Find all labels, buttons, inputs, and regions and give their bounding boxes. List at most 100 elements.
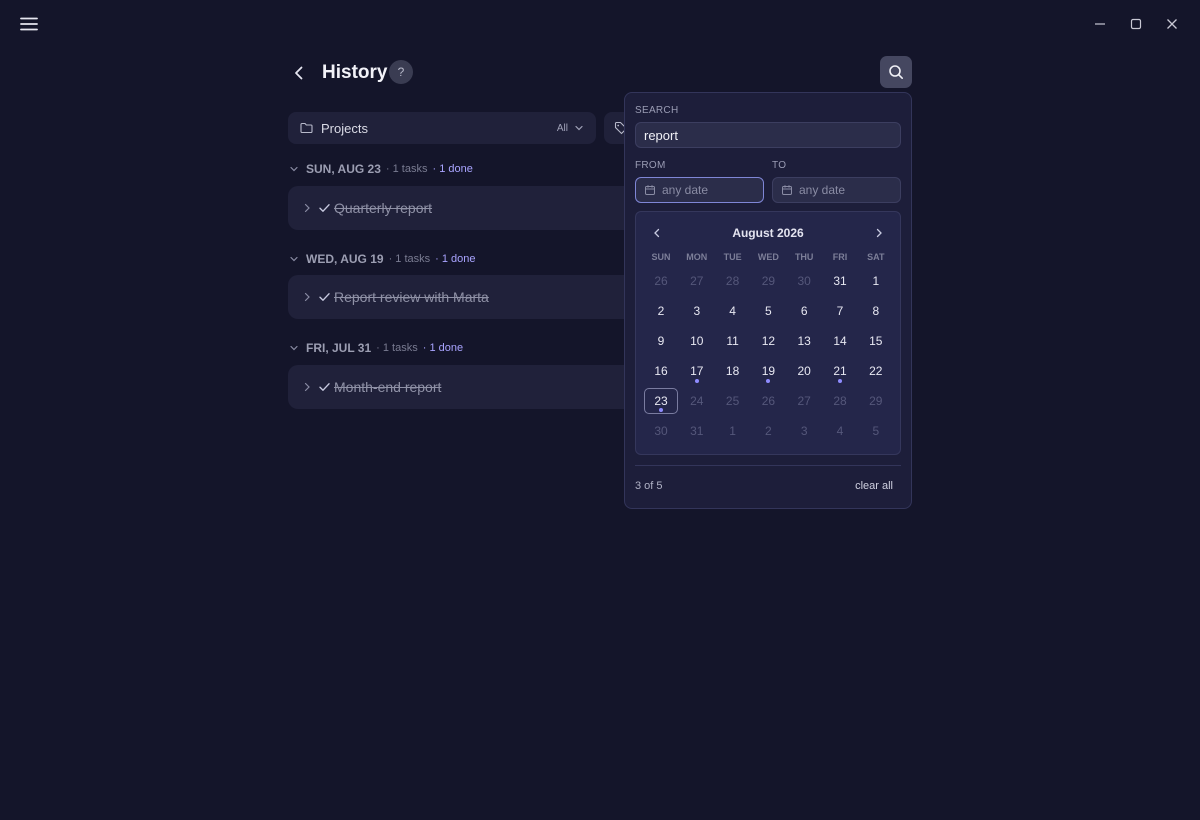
check-icon	[318, 293, 330, 301]
calendar-day-number: 14	[833, 334, 847, 348]
calendar-day[interactable]: 7	[823, 298, 857, 324]
calendar-day[interactable]: 31	[823, 268, 857, 294]
weekday-label: TUE	[723, 252, 742, 262]
next-month-button[interactable]	[870, 224, 888, 242]
calendar-day-number: 22	[869, 364, 883, 378]
calendar-day[interactable]: 21	[823, 358, 857, 384]
calendar-day[interactable]: 9	[644, 328, 678, 354]
calendar-day[interactable]: 2	[644, 298, 678, 324]
chevron-right-icon	[876, 228, 882, 238]
search-icon	[889, 65, 903, 79]
from-label: FROM	[635, 160, 666, 171]
calendar-day[interactable]: 29	[751, 268, 785, 294]
clear-all-button[interactable]: clear all	[855, 480, 893, 492]
calendar-day[interactable]: 12	[751, 328, 785, 354]
to-date-field[interactable]: any date	[772, 177, 901, 203]
calendar-day-number: 31	[833, 274, 847, 288]
calendar-day-number: 2	[765, 424, 772, 438]
calendar-day[interactable]: 26	[644, 268, 678, 294]
calendar-day[interactable]: 17	[680, 358, 714, 384]
calendar-day-number: 28	[833, 394, 847, 408]
calendar-day-number: 9	[657, 334, 665, 348]
chevron-down-icon	[290, 256, 298, 262]
calendar-day-number: 7	[836, 304, 844, 318]
chevron-right-icon	[304, 203, 310, 213]
calendar-day[interactable]: 29	[859, 388, 893, 414]
calendar-day[interactable]: 5	[859, 418, 893, 444]
close-window-button[interactable]	[1156, 12, 1188, 36]
calendar-day[interactable]: 30	[644, 418, 678, 444]
chevron-left-icon	[295, 66, 303, 80]
calendar-month-label: August 2026	[732, 226, 804, 240]
calendar-day[interactable]: 25	[716, 388, 750, 414]
calendar-day-number: 29	[761, 274, 776, 288]
calendar-day[interactable]: 5	[751, 298, 785, 324]
folder-icon	[300, 122, 313, 134]
calendar-day-number: 1	[729, 424, 736, 438]
calendar-day-number: 21	[833, 364, 847, 378]
task-indicator-dot	[766, 379, 771, 383]
calendar-day-number: 8	[872, 304, 880, 318]
calendar-day-number: 27	[797, 394, 811, 408]
help-button[interactable]: ?	[389, 60, 413, 84]
calendar-day[interactable]: 28	[823, 388, 857, 414]
calendar-icon	[782, 185, 792, 195]
calendar-day[interactable]: 30	[787, 268, 821, 294]
group-task-count: · 1 tasks	[376, 342, 418, 354]
group-header[interactable]: SUN, AUG 23 · 1 tasks · 1 done	[288, 160, 473, 178]
group-date: FRI, JUL 31	[306, 341, 372, 355]
calendar-day[interactable]: 28	[716, 268, 750, 294]
minimize-button[interactable]	[1084, 12, 1116, 36]
calendar-day-number: 30	[654, 424, 668, 438]
weekday-label: FRI	[832, 252, 848, 262]
calendar-day[interactable]: 4	[823, 418, 857, 444]
search-input[interactable]	[635, 122, 901, 148]
calendar-day[interactable]: 18	[716, 358, 750, 384]
menu-button[interactable]	[18, 14, 40, 34]
calendar-day[interactable]: 15	[859, 328, 893, 354]
calendar-day-number: 29	[869, 394, 883, 408]
calendar-day[interactable]: 4	[716, 298, 750, 324]
search-popover: SEARCH FROM TO any date any date August …	[624, 92, 912, 509]
calendar-day-number: 11	[726, 334, 739, 348]
calendar-day[interactable]: 16	[644, 358, 678, 384]
calendar-day-number: 15	[869, 334, 883, 348]
calendar-day[interactable]: 1	[859, 268, 893, 294]
calendar-day[interactable]: 27	[787, 388, 821, 414]
calendar-day[interactable]: 2	[751, 418, 785, 444]
from-date-field[interactable]: any date	[635, 177, 764, 203]
calendar-day[interactable]: 3	[680, 298, 714, 324]
calendar-day-number: 25	[725, 394, 740, 408]
calendar-day[interactable]: 6	[787, 298, 821, 324]
calendar-day-today[interactable]: 23	[644, 388, 678, 414]
calendar-day[interactable]: 31	[680, 418, 714, 444]
calendar-day[interactable]: 22	[859, 358, 893, 384]
calendar-day-number: 5	[872, 424, 880, 438]
group-header[interactable]: WED, AUG 19 · 1 tasks · 1 done	[288, 250, 476, 268]
calendar-day[interactable]: 10	[680, 328, 714, 354]
group-header[interactable]: FRI, JUL 31 · 1 tasks · 1 done	[288, 339, 463, 357]
back-button[interactable]	[288, 62, 310, 84]
calendar-day[interactable]: 13	[787, 328, 821, 354]
calendar-day[interactable]: 19	[751, 358, 785, 384]
calendar-day[interactable]: 14	[823, 328, 857, 354]
calendar-day[interactable]: 11	[716, 328, 750, 354]
calendar-day[interactable]: 3	[787, 418, 821, 444]
minimize-icon	[1095, 23, 1105, 25]
calendar-day[interactable]: 26	[751, 388, 785, 414]
calendar-day-number: 26	[761, 394, 776, 408]
calendar-day[interactable]: 20	[787, 358, 821, 384]
maximize-button[interactable]	[1120, 12, 1152, 36]
calendar-day[interactable]: 24	[680, 388, 714, 414]
task-title: Month-end report	[334, 379, 442, 395]
check-icon	[318, 204, 330, 212]
chevron-down-icon	[575, 125, 583, 131]
group-done-count: · 1 done	[435, 253, 476, 265]
projects-filter-dropdown[interactable]: Projects All	[288, 112, 596, 144]
calendar-day-number: 30	[797, 274, 811, 288]
calendar-day-number: 31	[690, 424, 704, 438]
calendar-day[interactable]: 1	[716, 418, 750, 444]
calendar-day[interactable]: 27	[680, 268, 714, 294]
calendar-day[interactable]: 8	[859, 298, 893, 324]
search-toggle-button[interactable]	[880, 56, 912, 88]
